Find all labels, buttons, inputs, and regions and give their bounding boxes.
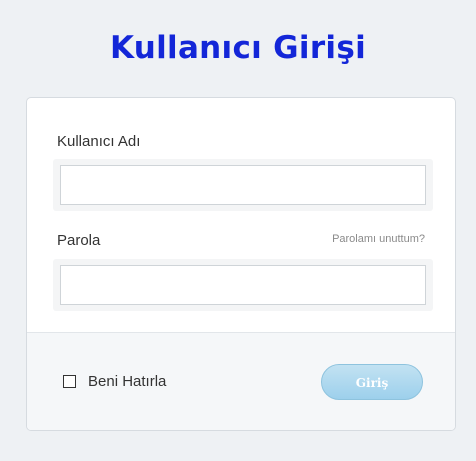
page-title: Kullanıcı Girişi [109, 30, 367, 66]
login-footer: Beni Hatırla Giriş [27, 332, 455, 430]
username-field-wrapper [53, 159, 433, 211]
remember-me-label: Beni Hatırla [88, 373, 167, 390]
login-card: Kullanıcı Adı Parola Parolamı unuttum? B… [26, 97, 456, 431]
password-label: Parola [57, 232, 101, 249]
forgot-password-link[interactable]: Parolamı unuttum? [332, 233, 425, 245]
remember-me-checkbox[interactable] [63, 375, 76, 388]
remember-me-control[interactable]: Beni Hatırla [63, 373, 166, 390]
password-field-wrapper [53, 259, 433, 311]
login-button[interactable]: Giriş [321, 364, 423, 400]
username-input[interactable] [60, 165, 426, 205]
password-input[interactable] [60, 265, 426, 305]
username-label: Kullanıcı Adı [57, 133, 141, 150]
